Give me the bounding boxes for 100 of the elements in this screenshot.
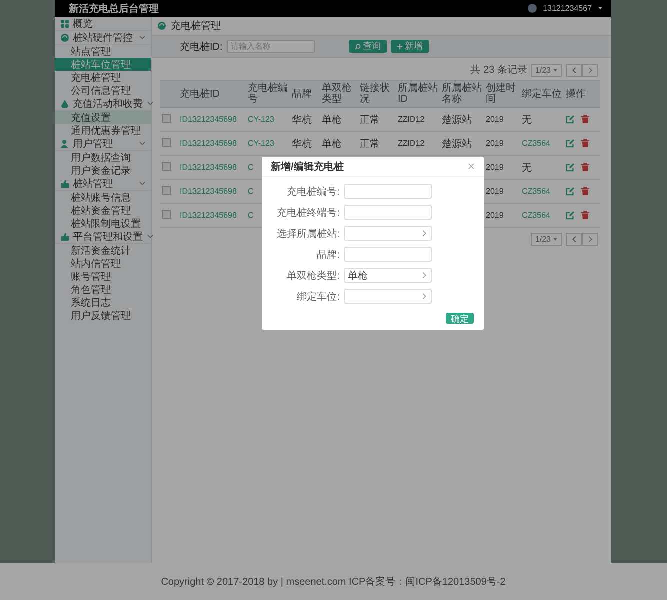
sidebar-item[interactable]: 用户反馈管理 xyxy=(55,309,151,322)
trash-icon[interactable] xyxy=(581,187,590,196)
table-cell: 无 xyxy=(522,162,532,174)
sidebar-item[interactable]: 站内信管理 xyxy=(55,257,151,270)
table-cell: 2019 xyxy=(486,139,504,148)
table-cell: 2019 xyxy=(486,115,504,124)
table-cell: 楚源站 xyxy=(442,114,472,126)
copyright-text: Copyright © 2017-2018 by | mseenet.com ICP备案号：闽ICP备12013509号-2 xyxy=(161,576,506,588)
sidebar-item[interactable]: 角色管理 xyxy=(55,283,151,296)
edit-icon[interactable] xyxy=(566,139,575,148)
edit-icon[interactable] xyxy=(566,163,575,172)
sidebar-item[interactable]: 账号管理 xyxy=(55,270,151,283)
row-checkbox[interactable] xyxy=(162,162,171,170)
caret-icon[interactable] xyxy=(598,6,603,11)
select-field[interactable]: 单枪 xyxy=(344,268,432,283)
input-field[interactable] xyxy=(344,247,432,262)
table-cell: 华杭 xyxy=(292,138,312,150)
edit-icon[interactable] xyxy=(566,187,575,196)
table-cell: 无 xyxy=(522,114,532,126)
prev-page-button[interactable] xyxy=(566,64,582,76)
column-header: 创建时间 xyxy=(486,83,516,105)
field-label: 充电桩编号: xyxy=(286,186,340,198)
next-page-button[interactable] xyxy=(582,64,598,76)
row-checkbox[interactable] xyxy=(162,138,171,146)
group-label: 桩站管理 xyxy=(73,178,114,190)
next-page-button[interactable] xyxy=(582,233,598,246)
input-field[interactable] xyxy=(344,205,432,220)
sidebar-item[interactable]: 充电桩管理 xyxy=(55,71,151,84)
table-cell: 正常 xyxy=(360,138,380,150)
chevron-down-icon xyxy=(139,180,146,187)
sidebar-group[interactable]: 平台管理和设置 xyxy=(55,230,151,244)
id-search-field[interactable]: 请输入名称 xyxy=(226,40,315,53)
table-cell: 单枪 xyxy=(322,114,342,126)
sidebar-item[interactable]: 用户资金记录 xyxy=(55,164,151,177)
field-label: 充电桩终端号: xyxy=(276,206,340,220)
chevron-right-icon xyxy=(421,272,428,279)
confirm-button[interactable]: 确定 xyxy=(446,313,474,324)
chevron-left-icon xyxy=(570,236,578,243)
app-title: 新活充电总后台管理 xyxy=(69,2,160,16)
sidebar-item[interactable]: 站点管理 xyxy=(55,45,151,58)
trash-icon[interactable] xyxy=(581,115,590,124)
sidebar-group[interactable]: 用户管理 xyxy=(55,137,151,151)
trash-icon[interactable] xyxy=(581,139,590,148)
sidebar-group[interactable]: 桩站硬件管控 xyxy=(55,31,151,45)
page-select[interactable]: 1/23 xyxy=(531,64,562,76)
sidebar-item[interactable]: 系统日志 xyxy=(55,296,151,309)
sidebar-item[interactable]: 桩站限制电设置 xyxy=(55,217,151,230)
caret-icon xyxy=(553,68,558,72)
avatar[interactable] xyxy=(528,4,538,13)
field-label: 单双枪类型: xyxy=(286,270,340,282)
sidebar-item[interactable]: 公司信息管理 xyxy=(55,84,151,97)
close-icon[interactable] xyxy=(468,163,475,170)
user-name[interactable]: 13121234567 xyxy=(543,4,592,13)
chevron-right-icon xyxy=(586,236,594,243)
row-checkbox[interactable] xyxy=(162,186,171,194)
table-cell: 2019 xyxy=(486,211,504,220)
sidebar-item[interactable]: 用户数据查询 xyxy=(55,151,151,164)
chevron-down-icon xyxy=(139,34,146,41)
table-cell: 华杭 xyxy=(292,114,312,126)
edit-icon[interactable] xyxy=(566,115,575,124)
input-field[interactable] xyxy=(344,184,432,199)
sidebar-group[interactable]: 桩站管理 xyxy=(55,177,151,191)
sidebar-item[interactable]: 通用优惠券管理 xyxy=(55,124,151,137)
row-checkbox[interactable] xyxy=(162,210,171,218)
sidebar-item[interactable]: 充值设置 xyxy=(55,111,151,124)
row-checkbox[interactable] xyxy=(162,114,171,122)
trash-icon[interactable] xyxy=(581,163,590,172)
search-icon xyxy=(354,44,361,50)
sidebar-item[interactable]: 新活资金统计 xyxy=(55,244,151,257)
refresh-icon xyxy=(61,34,69,42)
column-header: 绑定车位 xyxy=(522,88,562,100)
drop-icon xyxy=(62,100,68,108)
group-label: 充值活动和收费 xyxy=(73,98,143,110)
dialog-title: 新增/编辑充电桩 xyxy=(271,160,344,174)
chevron-right-icon xyxy=(421,230,428,237)
page-select[interactable]: 1/23 xyxy=(531,233,562,246)
prev-page-button[interactable] xyxy=(566,233,582,246)
search-button[interactable]: 查询 xyxy=(348,40,387,53)
trash-icon[interactable] xyxy=(581,211,590,220)
thumb-icon xyxy=(61,232,69,240)
chevron-right-icon xyxy=(586,66,594,74)
column-header: 所属桩站ID xyxy=(398,83,438,105)
refresh-icon xyxy=(158,22,166,30)
column-header: 操作 xyxy=(566,88,586,100)
edit-icon[interactable] xyxy=(566,211,575,220)
table-cell: 2019 xyxy=(486,187,504,196)
column-header: 单双枪类型 xyxy=(322,83,352,105)
column-header: 充电桩ID xyxy=(180,88,220,100)
sidebar-item[interactable]: 概览 xyxy=(55,17,151,31)
table-cell: 单枪 xyxy=(322,138,342,150)
select-field[interactable] xyxy=(344,226,432,241)
column-header: 链接状况 xyxy=(360,83,390,105)
sidebar-item[interactable]: 桩站账号信息 xyxy=(55,191,151,204)
sidebar-item[interactable]: 桩站资金管理 xyxy=(55,204,151,217)
caret-icon xyxy=(553,237,558,242)
item-label: 概览 xyxy=(73,18,94,30)
chevron-right-icon xyxy=(421,293,428,300)
select-field[interactable] xyxy=(344,289,432,304)
field-label: 品牌: xyxy=(316,248,340,262)
chevron-left-icon xyxy=(570,66,578,74)
